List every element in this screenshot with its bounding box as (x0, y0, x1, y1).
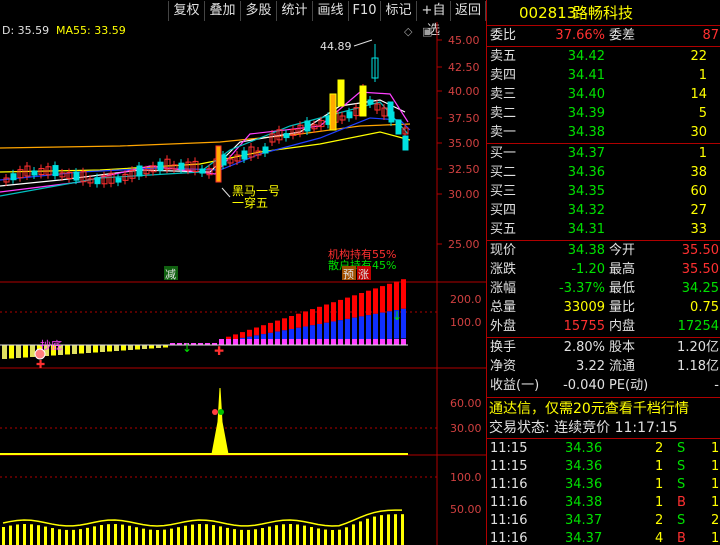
tick-row: 11:16 34.38 1 B 1 (490, 495, 720, 510)
weibi-value: 37.66% (555, 28, 605, 43)
indicator-bars-3 (2, 514, 404, 545)
ma55-legend: MA55: 33.59 (56, 24, 126, 37)
bid-row[interactable]: 买五 34.31 33 (487, 221, 720, 239)
toolbar-button-f10[interactable]: F10 (348, 1, 380, 21)
tick-row: 11:16 34.37 4 B 1 (490, 531, 720, 545)
toolbar-button-fuquan[interactable]: 复权 (168, 1, 204, 21)
stock-title: 002813 路畅科技 (487, 2, 720, 24)
annotation-pierce-five: 一穿五 (232, 195, 268, 210)
svg-text:↓: ↓ (182, 341, 192, 355)
svg-text:✚: ✚ (214, 344, 224, 358)
svg-text:✚: ✚ (36, 358, 45, 371)
stock-name: 路畅科技 (573, 4, 634, 22)
indicator-bars-1 (2, 279, 406, 359)
bid-row[interactable]: 买二 34.36 38 (487, 164, 720, 182)
stat-row-2: 收益(一) -0.040 PE(动) - (490, 378, 719, 393)
promo-link[interactable]: 通达信，仅需20元查看千档行情 (487, 400, 720, 418)
tick-row: 11:16 34.37 2 S 2 (490, 513, 720, 528)
toolbar-button-back[interactable]: 返回 (450, 1, 486, 21)
weibi-label: 委比 (490, 28, 517, 43)
annotation-pre: 预 (343, 268, 354, 281)
y-tick-sub2: 30.00 (450, 422, 482, 435)
bid-row[interactable]: 买四 34.32 27 (487, 202, 720, 220)
y-tick-sub2: 60.00 (450, 397, 482, 410)
weibi-row: 委比 37.66% 委差 87 (487, 27, 720, 45)
tick-row: 11:16 34.36 1 S 1 (490, 477, 720, 492)
quote-panel: 002813 路畅科技 委比 37.66% 委差 87 卖五 34.42 22 … (486, 0, 720, 545)
stat-row: 涨幅 -3.37% 最低 34.25 (490, 281, 719, 296)
y-tick-sub1: 100.0 (450, 316, 482, 329)
stat-row: 总量 33009 量比 0.75 (490, 300, 719, 315)
stat-row: 涨跌 -1.20 最高 35.50 (490, 262, 719, 277)
y-tick-sub3: 100.0 (450, 471, 482, 484)
candlesticks[interactable] (3, 44, 409, 188)
y-tick-main: 45.00 (448, 34, 480, 47)
bid-row[interactable]: 买三 34.35 60 (487, 183, 720, 201)
svg-text:↓: ↓ (392, 309, 402, 323)
weicha-label: 委差 (609, 28, 636, 43)
y-tick-main: 42.50 (448, 61, 480, 74)
stock-code: 002813 (519, 4, 577, 22)
y-tick-sub3: 50.00 (450, 503, 482, 516)
toolbar-button-multi[interactable]: 多股 (240, 1, 276, 21)
stat-row-2: 换手 2.80% 股本 1.20亿 (490, 340, 719, 355)
menu-icon[interactable]: ▣ (422, 25, 432, 38)
annotation-reduce: 减 (165, 268, 176, 281)
ask-row[interactable]: 卖四 34.41 1 (487, 67, 720, 85)
trade-status: 交易状态: 连续竞价 11:17:15 (489, 420, 678, 436)
y-tick-main: 25.00 (448, 238, 480, 251)
ma-legend: D: 35.59 (2, 24, 49, 37)
stat-row-2: 净资 3.22 流通 1.18亿 (490, 359, 719, 374)
ask-row[interactable]: 卖一 34.38 30 (487, 124, 720, 142)
y-tick-sub1: 200.0 (450, 293, 482, 306)
y-tick-main: 40.00 (448, 85, 480, 98)
y-tick-main: 30.00 (448, 188, 480, 201)
tick-row: 11:15 34.36 1 S 1 (490, 459, 720, 474)
toolbar-button-mark[interactable]: 标记 (380, 1, 416, 21)
y-tick-main: 37.50 (448, 112, 480, 125)
ask-row[interactable]: 卖二 34.39 5 (487, 105, 720, 123)
tick-row: 11:15 34.36 2 S 1 (490, 441, 720, 456)
toolbar-button-add-watch[interactable]: +自选 (416, 1, 450, 38)
annotation-rise: 涨 (358, 268, 369, 281)
stat-row: 现价 34.38 今开 35.50 (490, 243, 719, 258)
y-tick-main: 35.00 (448, 137, 480, 150)
bid-row[interactable]: 买一 34.37 1 (487, 145, 720, 163)
high-price-label: 44.89 (320, 40, 352, 53)
ask-row[interactable]: 卖三 34.40 14 (487, 86, 720, 104)
stat-row: 外盘 15755 内盘 17254 (490, 319, 719, 334)
kline-chart-area[interactable]: D: 35.59 MA55: 33.59 ◇ ▣ 44.89 黑马一号 一穿五 … (0, 22, 486, 545)
toolbar-button-stats[interactable]: 统计 (276, 1, 312, 21)
diamond-icon[interactable]: ◇ (404, 25, 413, 38)
ask-row[interactable]: 卖五 34.42 22 (487, 48, 720, 66)
toolbar-button-draw[interactable]: 画线 (312, 1, 348, 21)
toolbar-button-overlay[interactable]: 叠加 (204, 1, 240, 21)
y-tick-main: 32.50 (448, 163, 480, 176)
toolbar: 复权 叠加 多股 统计 画线 F10 标记 +自选 返回 (0, 0, 486, 38)
weicha-value: 87 (702, 28, 719, 43)
